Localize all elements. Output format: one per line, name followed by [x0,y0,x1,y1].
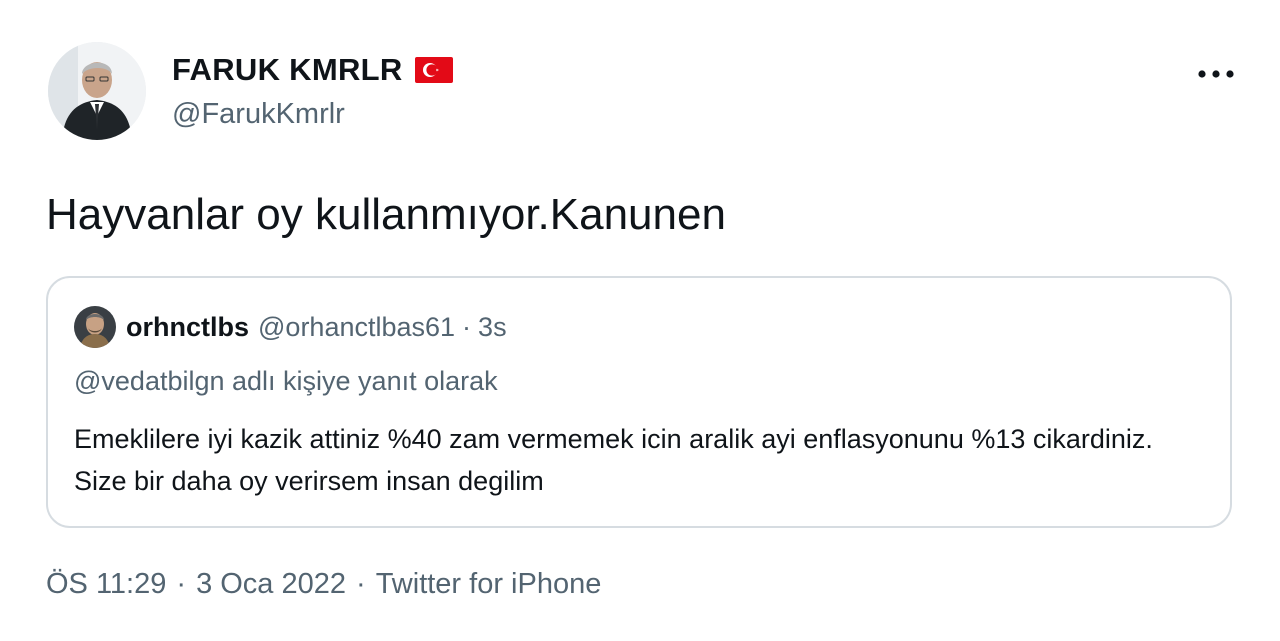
tweet-source[interactable]: Twitter for iPhone [376,568,602,601]
quoted-author-name[interactable]: orhnctlbs [126,312,249,343]
ellipsis-icon [1198,70,1234,78]
tweet-text: Hayvanlar oy kullanmıyor.Kanunen [46,190,726,239]
more-options-button[interactable] [1188,58,1244,90]
quoted-author-avatar[interactable] [74,306,116,348]
quoted-tweet-text: Emeklilere iyi kazik attiniz %40 zam ver… [74,424,1153,496]
author-handle[interactable]: @FarukKmrlr [172,98,345,131]
tweet-card: FARUK KMRLR @FarukKmrlr Hayvanlar oy kul… [0,0,1280,641]
tweet-time[interactable]: ÖS 11:29 [46,568,166,601]
tweet-date[interactable]: 3 Oca 2022 [196,568,346,601]
profile-photo-icon [48,42,146,140]
profile-photo-icon [74,306,116,348]
quoted-tweet[interactable]: orhnctlbs @orhanctlbas61 · 3s @vedatbilg… [46,276,1232,528]
tweet-meta: ÖS 11:29 · 3 Oca 2022 · Twitter for iPho… [46,568,601,601]
separator-dot: · [356,568,366,600]
reply-context: @vedatbilgn adlı kişiye yanıt olarak [74,366,498,396]
quoted-tweet-time[interactable]: 3s [478,312,507,343]
author-name-row: FARUK KMRLR [172,52,453,88]
quoted-author-handle[interactable]: @orhanctlbas61 [258,312,455,343]
separator-dot: · [462,311,472,342]
quoted-tweet-header: orhnctlbs @orhanctlbas61 · 3s [74,306,507,348]
separator-dot: · [176,568,187,600]
turkey-flag-icon [414,57,453,83]
author-avatar[interactable] [48,42,146,140]
author-display-name[interactable]: FARUK KMRLR [172,52,403,88]
